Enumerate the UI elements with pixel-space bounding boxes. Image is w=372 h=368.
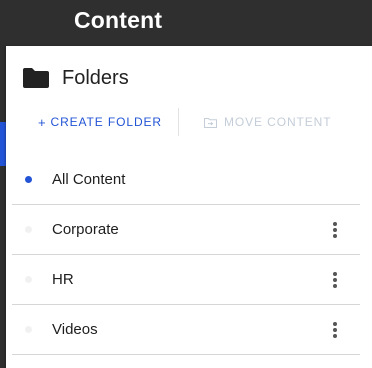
move-content-button[interactable]: MOVE CONTENT [204, 108, 331, 136]
plus-icon: + [38, 114, 47, 130]
folder-item-label: All Content [52, 171, 126, 188]
action-divider [178, 108, 179, 136]
folder-icon [23, 68, 49, 88]
create-folder-label: CREATE FOLDER [50, 115, 162, 129]
bullet-icon [25, 226, 32, 233]
folder-actions: + CREATE FOLDER MOVE CONTENT [6, 108, 372, 136]
folder-item-hr[interactable]: HR [12, 255, 360, 305]
folder-list: All Content Corporate HR Videos [12, 155, 360, 355]
folders-panel: Folders + CREATE FOLDER MOVE CONTENT All… [6, 46, 372, 368]
folder-item-label: HR [52, 271, 74, 288]
more-options-icon[interactable] [332, 222, 338, 238]
more-options-icon[interactable] [332, 272, 338, 288]
selected-indicator-icon [25, 176, 32, 183]
folder-item-label: Videos [52, 321, 98, 338]
folder-item-videos[interactable]: Videos [12, 305, 360, 355]
folders-title: Folders [62, 66, 129, 89]
folder-item-all-content[interactable]: All Content [12, 155, 360, 205]
top-bar: Content [0, 0, 372, 46]
folder-item-label: Corporate [52, 221, 119, 238]
create-folder-button[interactable]: + CREATE FOLDER [38, 108, 162, 136]
folder-item-corporate[interactable]: Corporate [12, 205, 360, 255]
bullet-icon [25, 276, 32, 283]
page-title: Content [74, 7, 163, 33]
more-options-icon[interactable] [332, 322, 338, 338]
bullet-icon [25, 326, 32, 333]
move-folder-icon [204, 117, 217, 128]
folders-panel-header: Folders [22, 64, 129, 92]
move-content-label: MOVE CONTENT [224, 115, 332, 129]
